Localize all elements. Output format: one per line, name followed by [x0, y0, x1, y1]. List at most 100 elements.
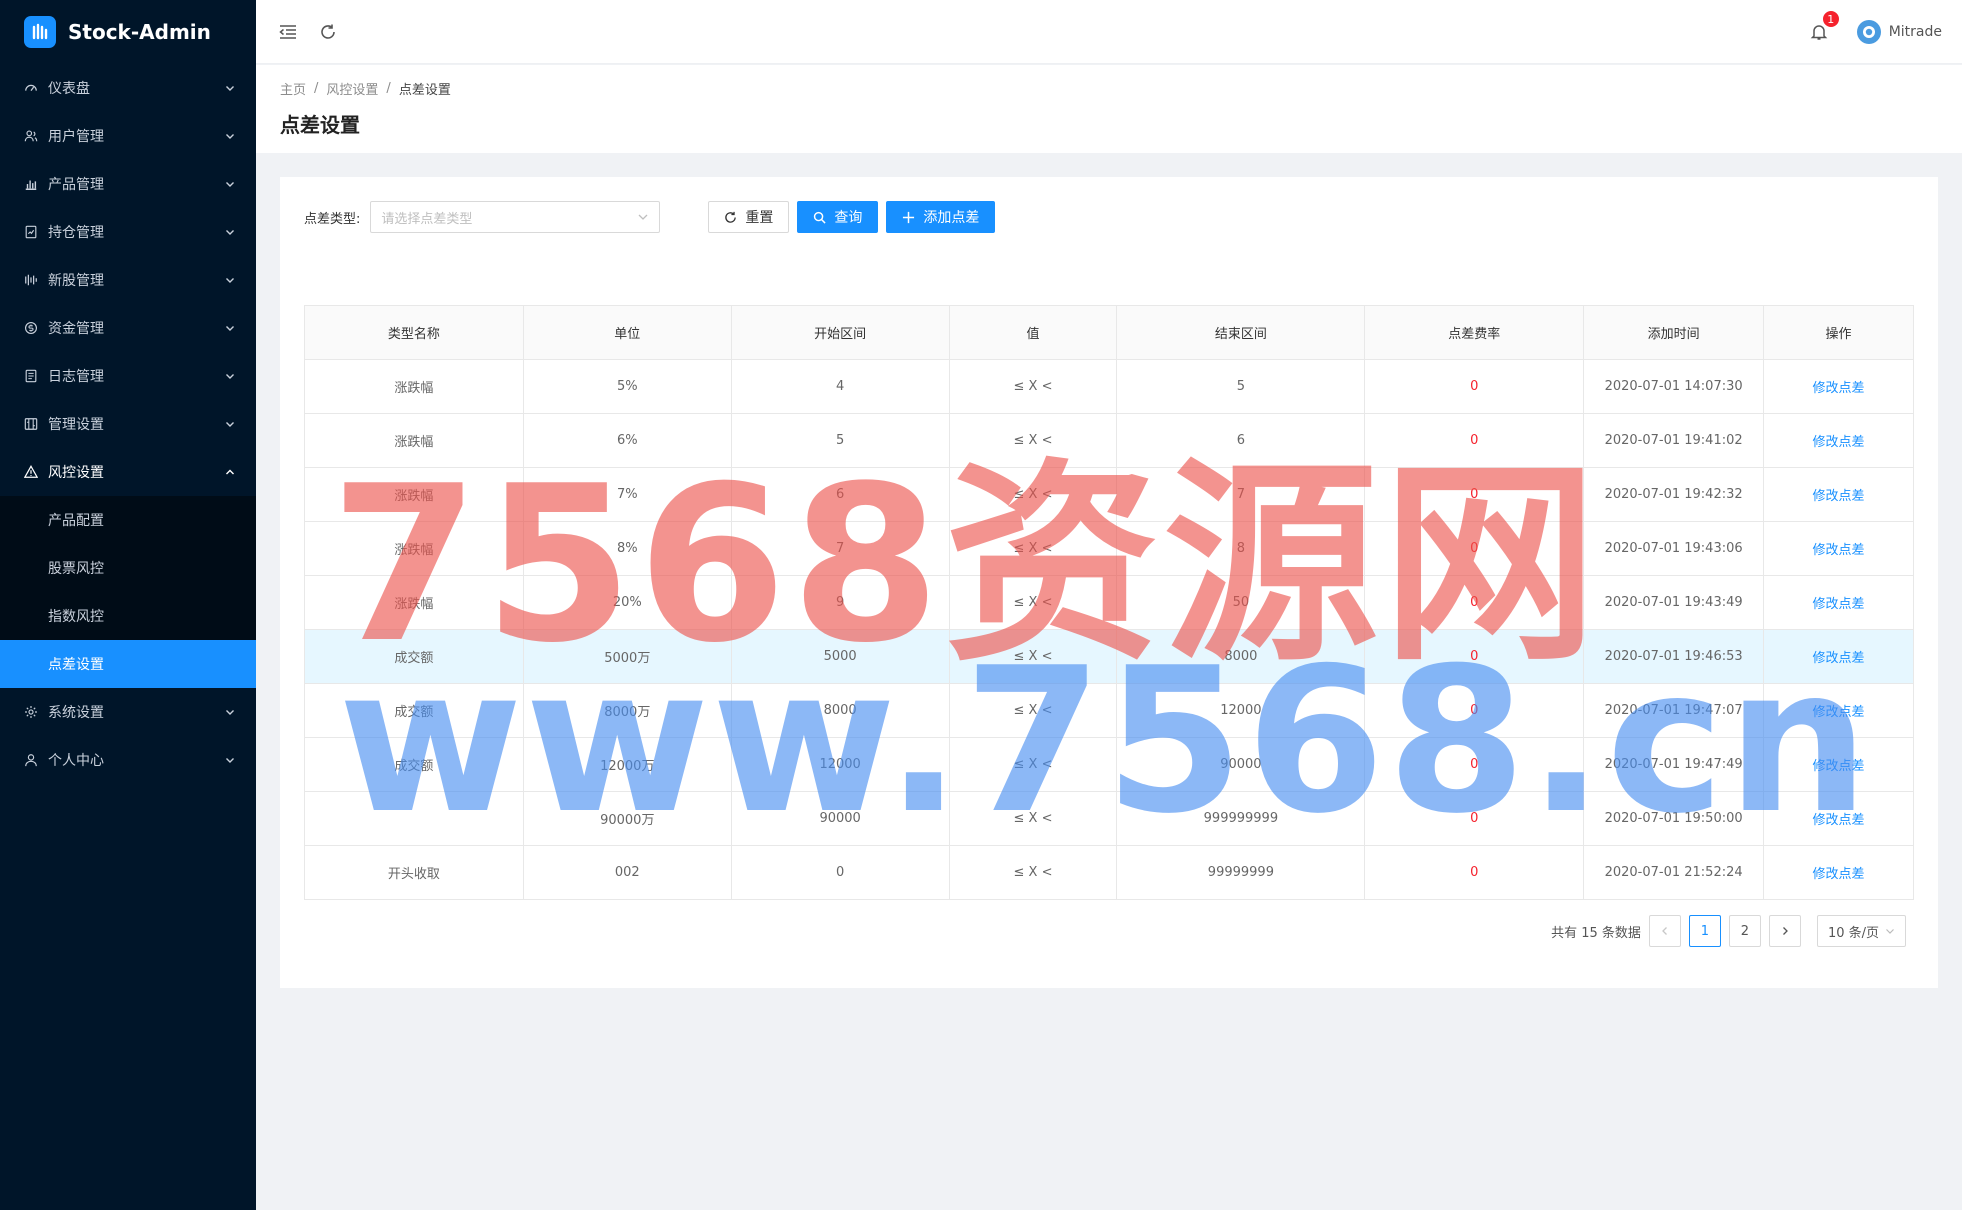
table-cell: 0 — [1364, 845, 1585, 900]
table-cell: 9 — [730, 575, 950, 630]
breadcrumb-current: 点差设置 — [398, 82, 451, 98]
table-cell: 0 — [1364, 737, 1585, 792]
content-card: 点差类型: 请选择点差类型 重置 查询 添加点差 类型名称 单位 开始区间值结束区间… — [280, 177, 1938, 988]
chevron-up-icon — [224, 466, 236, 478]
edit-spread-link[interactable]: 修改点差 — [1813, 759, 1865, 774]
table-cell: ≤ X < — [948, 467, 1118, 522]
sidebar-item-7[interactable]: 管理设置 — [0, 400, 256, 448]
sidebar: Stock-Admin 仪表盘 用户管理 产品管理 持仓管理新股管理资金管理 日志管理管… — [0, 0, 256, 1210]
table-cell: 2020-07-01 19:47:07 — [1583, 683, 1765, 738]
edit-spread-link[interactable]: 修改点差 — [1813, 813, 1865, 828]
sidebar-item-label: 新股管理 — [48, 273, 104, 289]
next-page-button[interactable] — [1768, 915, 1801, 947]
logo[interactable]: Stock-Admin — [0, 0, 256, 64]
table-cell: 99999999 — [1116, 845, 1366, 900]
notification-bell[interactable]: 1 — [1807, 10, 1840, 44]
sidebar-item-8[interactable]: 风控设置 — [0, 448, 256, 496]
sidebar-item-1[interactable]: 用户管理 — [0, 112, 256, 160]
table-cell: ≤ X < — [948, 683, 1118, 738]
table-row: 涨跌幅 8% 7 ≤ X <8 0 2020-07-01 19:43:06 修改点差 — [304, 521, 1914, 576]
user-menu[interactable]: Mitrade — [1856, 20, 1942, 44]
spread-type-select[interactable]: 请选择点差类型 — [370, 201, 661, 233]
sidebar-item-4[interactable]: 新股管理 — [0, 256, 256, 304]
prev-page-button[interactable] — [1648, 915, 1681, 947]
page-1-button[interactable]: 1 — [1688, 915, 1721, 947]
table-cell: ≤ X < — [948, 629, 1118, 684]
table-cell: 6 — [730, 467, 950, 522]
column-header: 单位 — [522, 305, 732, 360]
breadcrumb-risk-settings[interactable]: 风控设置 — [326, 79, 378, 98]
table-cell: 90000 — [730, 791, 950, 846]
table-cell: ≤ X < — [948, 413, 1118, 468]
sidebar-item-6[interactable]: 日志管理 — [0, 352, 256, 400]
action-cell: 修改点差 — [1763, 359, 1914, 414]
chevron-down-icon — [224, 226, 236, 238]
sidebar-subitem-1[interactable]: 股票风控 — [0, 544, 256, 592]
sidebar-item-10[interactable]: 个人中心 — [0, 736, 256, 784]
table-header-row: 类型名称 单位 开始区间值结束区间 点差费率 添加时间 操作 — [304, 305, 1914, 360]
table-cell: ≤ X < — [948, 737, 1118, 792]
chevron-down-icon — [224, 130, 236, 142]
notification-badge: 1 — [1821, 10, 1840, 28]
dashboard-icon — [24, 81, 38, 95]
page-title: 点差设置 — [280, 113, 360, 137]
table-cell: 0 — [1364, 413, 1585, 468]
bar-chart-icon — [24, 177, 38, 191]
table-cell: 2020-07-01 19:42:32 — [1583, 467, 1765, 522]
app-name: Stock-Admin — [68, 20, 211, 44]
page-size-select[interactable]: 10 条/页 — [1816, 915, 1906, 947]
action-cell: 修改点差 — [1763, 845, 1914, 900]
query-label: 查询 — [834, 210, 863, 226]
settings-grid-icon — [24, 417, 38, 431]
edit-spread-link[interactable]: 修改点差 — [1813, 435, 1865, 450]
table-body: 涨跌幅 5% 4 ≤ X <5 0 2020-07-01 14:07:30 修改点差 涨跌幅 6… — [304, 359, 1914, 900]
table-cell: 999999999 — [1116, 791, 1366, 846]
edit-spread-link[interactable]: 修改点差 — [1813, 705, 1865, 720]
sidebar-item-9[interactable]: 系统设置 — [0, 688, 256, 736]
action-cell: 修改点差 — [1763, 683, 1914, 738]
collapse-menu-icon[interactable] — [276, 20, 300, 44]
breadcrumb-home[interactable]: 主页 — [280, 79, 306, 98]
table-cell: 涨跌幅 — [304, 575, 524, 630]
page-2-button[interactable]: 2 — [1728, 915, 1761, 947]
table-cell: 0 — [1364, 575, 1585, 630]
table-cell: 8000万 — [522, 683, 732, 738]
edit-spread-link[interactable]: 修改点差 — [1813, 867, 1865, 882]
table-cell: 5 — [1116, 359, 1366, 414]
edit-spread-link[interactable]: 修改点差 — [1813, 381, 1865, 396]
sidebar-menu: 仪表盘 用户管理 产品管理 持仓管理新股管理资金管理 日志管理 管理设置 风控设置 产品配置股… — [0, 64, 256, 784]
edit-spread-link[interactable]: 修改点差 — [1813, 651, 1865, 666]
avatar — [1856, 20, 1881, 44]
breadcrumb: 主页 / 风控设置 / 点差设置 — [280, 77, 1938, 99]
reset-button[interactable]: 重置 — [708, 201, 790, 233]
sidebar-subitem-0[interactable]: 产品配置 — [0, 496, 256, 544]
table-cell: 0 — [1364, 629, 1585, 684]
sidebar-item-5[interactable]: 资金管理 — [0, 304, 256, 352]
action-cell: 修改点差 — [1763, 737, 1914, 792]
edit-spread-link[interactable]: 修改点差 — [1813, 597, 1865, 612]
query-button[interactable]: 查询 — [797, 201, 879, 233]
column-header: 点差费率 — [1364, 305, 1585, 360]
chevron-down-icon — [224, 82, 236, 94]
table-cell: 成交额 — [304, 683, 524, 738]
column-header: 添加时间 — [1583, 305, 1765, 360]
sidebar-item-2[interactable]: 产品管理 — [0, 160, 256, 208]
username: Mitrade — [1888, 24, 1942, 40]
add-spread-button[interactable]: 添加点差 — [886, 201, 996, 233]
chevron-down-icon — [224, 418, 236, 430]
refresh-icon[interactable] — [316, 20, 340, 44]
action-cell: 修改点差 — [1763, 629, 1914, 684]
sidebar-subitem-3[interactable]: 点差设置 — [0, 640, 256, 688]
edit-spread-link[interactable]: 修改点差 — [1813, 543, 1865, 558]
table-cell: 2020-07-01 19:46:53 — [1583, 629, 1765, 684]
table-cell: 0 — [1364, 467, 1585, 522]
sidebar-item-3[interactable]: 持仓管理 — [0, 208, 256, 256]
table-row: 90000万 90000 ≤ X <999999999 0 2020-07-01 19:… — [304, 791, 1914, 846]
holdings-icon — [24, 225, 38, 239]
table-cell: 5% — [522, 359, 732, 414]
sidebar-item-0[interactable]: 仪表盘 — [0, 64, 256, 112]
table-cell: 2020-07-01 14:07:30 — [1583, 359, 1765, 414]
edit-spread-link[interactable]: 修改点差 — [1813, 489, 1865, 504]
sidebar-subitem-2[interactable]: 指数风控 — [0, 592, 256, 640]
breadcrumb-separator: / — [314, 80, 319, 96]
